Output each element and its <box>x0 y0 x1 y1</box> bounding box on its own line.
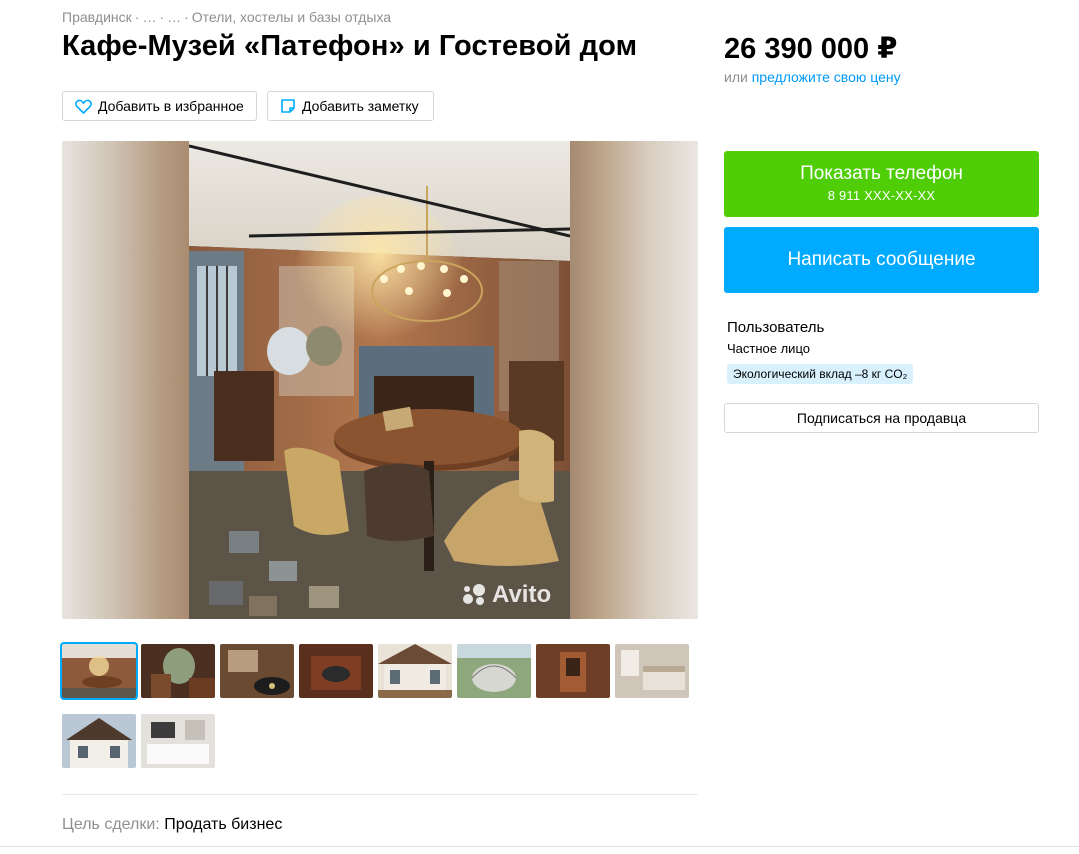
content-divider <box>62 794 698 795</box>
thumbnail-6[interactable] <box>457 644 531 698</box>
breadcrumb-ellipsis-2[interactable]: … <box>167 9 181 25</box>
deal-purpose-value: Продать бизнес <box>164 816 283 833</box>
thumbnail-5[interactable] <box>378 644 452 698</box>
breadcrumb-category[interactable]: Отели, хостелы и базы отдыха <box>192 9 391 25</box>
heart-icon <box>75 99 92 114</box>
offer-price-link[interactable]: предложите свою цену <box>752 69 901 85</box>
breadcrumb-ellipsis-1[interactable]: … <box>142 9 156 25</box>
breadcrumb-separator: · <box>184 9 189 25</box>
main-photo-gallery[interactable]: Avito <box>62 141 698 619</box>
write-message-label: Написать сообщение <box>787 249 976 270</box>
deal-purpose: Цель сделки: Продать бизнес <box>62 816 282 834</box>
bottom-divider <box>0 846 1079 847</box>
note-label: Добавить заметку <box>302 98 419 114</box>
phone-masked: 8 911 XXX-XX-XX <box>827 188 936 203</box>
price-offer: или предложите свою цену <box>724 69 901 85</box>
add-to-favorites-button[interactable]: Добавить в избранное <box>62 91 257 121</box>
subscribe-label: Подписаться на продавца <box>796 410 967 426</box>
photo-blur-left <box>62 141 189 619</box>
page-title: Кафе-Музей «Патефон» и Гостевой дом <box>62 30 638 62</box>
thumbnail-3[interactable] <box>220 644 294 698</box>
main-photo[interactable] <box>189 141 570 619</box>
cafe-interior-image <box>189 141 570 619</box>
avito-logo-icon <box>463 584 485 605</box>
write-message-button[interactable]: Написать сообщение <box>724 227 1039 293</box>
thumbnail-10[interactable] <box>141 714 215 768</box>
thumbnail-7[interactable] <box>536 644 610 698</box>
deal-purpose-label: Цель сделки: <box>62 816 160 833</box>
thumbnail-4[interactable] <box>299 644 373 698</box>
subscribe-seller-button[interactable]: Подписаться на продавца <box>724 403 1039 433</box>
breadcrumb-separator: · <box>159 9 165 25</box>
note-icon <box>281 99 295 113</box>
breadcrumb: Правдинск ·… ·… · Отели, хостелы и базы отды… <box>62 9 391 25</box>
favorite-label: Добавить в избранное <box>98 98 244 114</box>
seller-name[interactable]: Пользователь <box>727 319 824 336</box>
eco-badge[interactable]: Экологический вклад –8 кг CO₂ <box>727 364 914 384</box>
breadcrumb-city[interactable]: Правдинск <box>62 9 132 25</box>
show-phone-button[interactable]: Показать телефон 8 911 XXX-XX-XX <box>724 151 1039 217</box>
breadcrumb-separator: · <box>134 9 140 25</box>
thumbnail-8[interactable] <box>615 644 689 698</box>
thumbnail-2[interactable] <box>141 644 215 698</box>
watermark-text: Avito <box>492 581 552 608</box>
show-phone-label: Показать телефон <box>800 163 963 184</box>
thumbnail-1[interactable] <box>60 642 138 700</box>
thumbnail-9[interactable] <box>62 714 136 768</box>
photo-blur-right <box>570 141 698 619</box>
offer-prefix: или <box>724 69 748 85</box>
add-note-button[interactable]: Добавить заметку <box>267 91 434 121</box>
avito-watermark: Avito <box>462 581 551 609</box>
seller-type: Частное лицо <box>727 341 810 356</box>
price: 26 390 000 ₽ <box>724 33 898 65</box>
